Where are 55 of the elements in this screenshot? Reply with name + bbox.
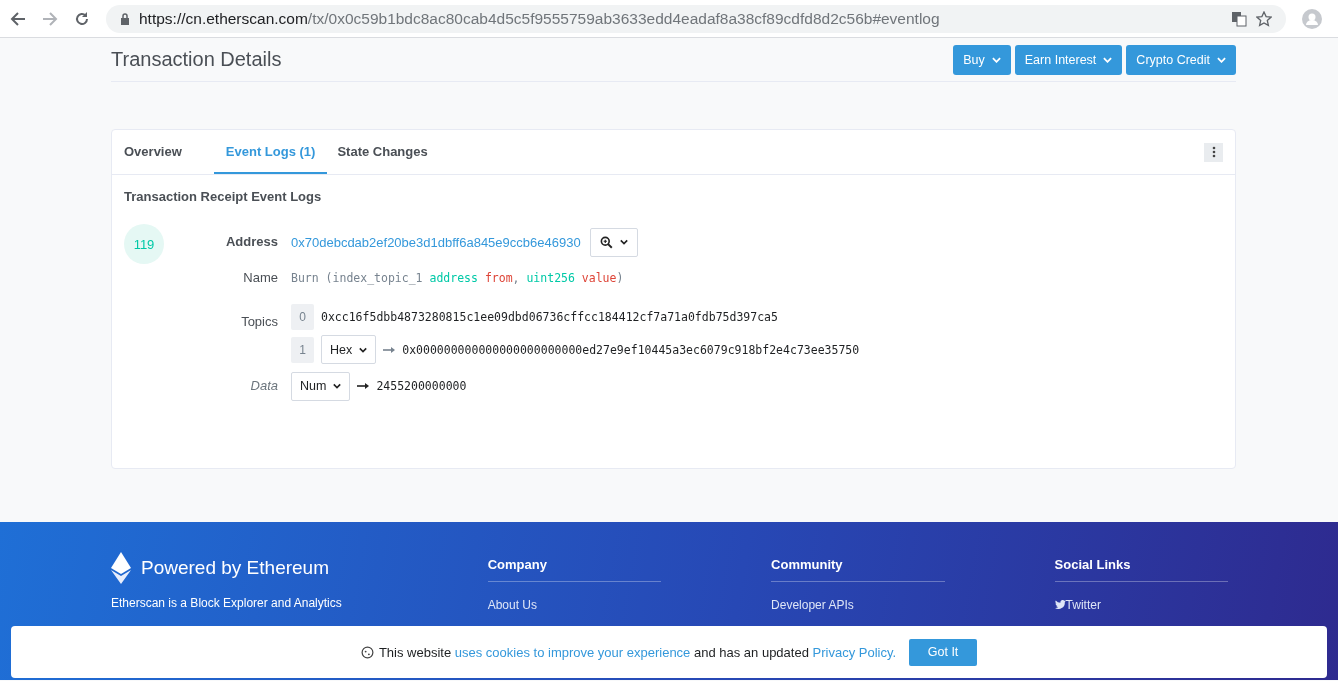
footer-link[interactable]: Twitter — [1054, 598, 1228, 612]
topic-index: 1 — [291, 336, 314, 363]
page-title: Transaction Details — [111, 48, 282, 71]
chevron-down-icon — [991, 56, 1001, 63]
footer-heading: Social Links — [1054, 554, 1228, 582]
topic-value: 0xcc16f5dbb4873280815c1ee09dbd06736cffcc184412cf7a71a0fdb75d397ca5 — [321, 310, 778, 324]
chevron-down-icon — [333, 383, 342, 389]
url-text: https://cn.etherscan.com/tx/0x0c59b1bdc8ac80cab4d5c5f9555759ab3633edd4eadaf8a38cf89cdfd8d2c56b#eventlog — [139, 9, 940, 28]
dropdown-button[interactable]: Buy — [953, 44, 1011, 75]
more-options-icon[interactable] — [1204, 142, 1223, 162]
chevron-down-icon — [359, 346, 368, 353]
star-icon[interactable] — [1256, 10, 1272, 27]
tab[interactable]: State Changes — [337, 130, 450, 174]
format-select[interactable]: Num — [291, 371, 351, 401]
arrow-icon — [383, 345, 396, 354]
search-dropdown-button[interactable] — [589, 227, 638, 257]
footer-heading: Community — [771, 554, 945, 582]
privacy-policy-link[interactable]: Privacy Policy. — [812, 644, 897, 660]
tagline: Etherscan is a Block Explorer and Analytics — [111, 596, 343, 610]
footer-link[interactable]: About Us — [487, 598, 662, 612]
address-link[interactable]: 0x70debcdab2ef20be3d1dbff6a845e9ccb6e46930 — [291, 234, 581, 250]
cookie-policy-link[interactable]: uses cookies to improve your experience — [454, 644, 691, 660]
chevron-down-icon — [619, 239, 628, 245]
data-value: 2455200000000 — [376, 379, 467, 393]
address-bar[interactable]: https://cn.etherscan.com/tx/0x0c59b1bdc8ac80cab4d5c5f9555759ab3633edd4eadaf8a38cf89cdfd8d2c56b#eventlog — [106, 4, 1286, 33]
footer-heading: Company — [487, 554, 662, 582]
reload-icon[interactable] — [74, 10, 90, 27]
translate-icon[interactable] — [1231, 10, 1247, 27]
arrow-icon — [357, 382, 370, 390]
ethereum-logo-icon — [111, 552, 131, 584]
tab[interactable]: Event Logs (1) — [213, 130, 328, 174]
bird-icon — [1054, 600, 1066, 609]
cookie-notice: This website uses cookies to improve your experience and has an updated Privacy Policy. — [378, 644, 897, 660]
footer-link[interactable]: Developer APIs — [771, 598, 945, 612]
lock-icon — [120, 12, 130, 25]
chevron-down-icon — [1217, 56, 1226, 63]
dropdown-button[interactable]: Crypto Credit — [1126, 44, 1236, 75]
accept-button[interactable]: Got It — [909, 638, 978, 666]
brand-title: Powered by Ethereum — [141, 557, 329, 579]
field-label: Address — [224, 233, 278, 251]
zoom-in-icon — [599, 235, 613, 249]
field-label: Topics — [240, 313, 278, 331]
log-index-badge: 119 — [124, 224, 164, 264]
field-label: Name — [242, 269, 278, 287]
section-heading: Transaction Receipt Event Logs — [124, 189, 323, 204]
topic-index: 0 — [291, 304, 314, 330]
tab[interactable]: Overview — [124, 130, 204, 174]
chevron-down-icon — [1103, 56, 1113, 63]
field-label: Data — [249, 377, 278, 395]
back-icon[interactable] — [10, 10, 26, 27]
dropdown-button[interactable]: Earn Interest — [1014, 44, 1123, 75]
format-select[interactable]: Hex — [321, 335, 377, 364]
topic-value: 0x000000000000000000000000ed27e9ef10445a3ec6079c918bf2e4c73ee35750 — [402, 342, 860, 357]
cookie-icon — [360, 645, 374, 659]
event-signature: Burn (index_topic_1 address from, uint256 value) — [291, 271, 624, 285]
